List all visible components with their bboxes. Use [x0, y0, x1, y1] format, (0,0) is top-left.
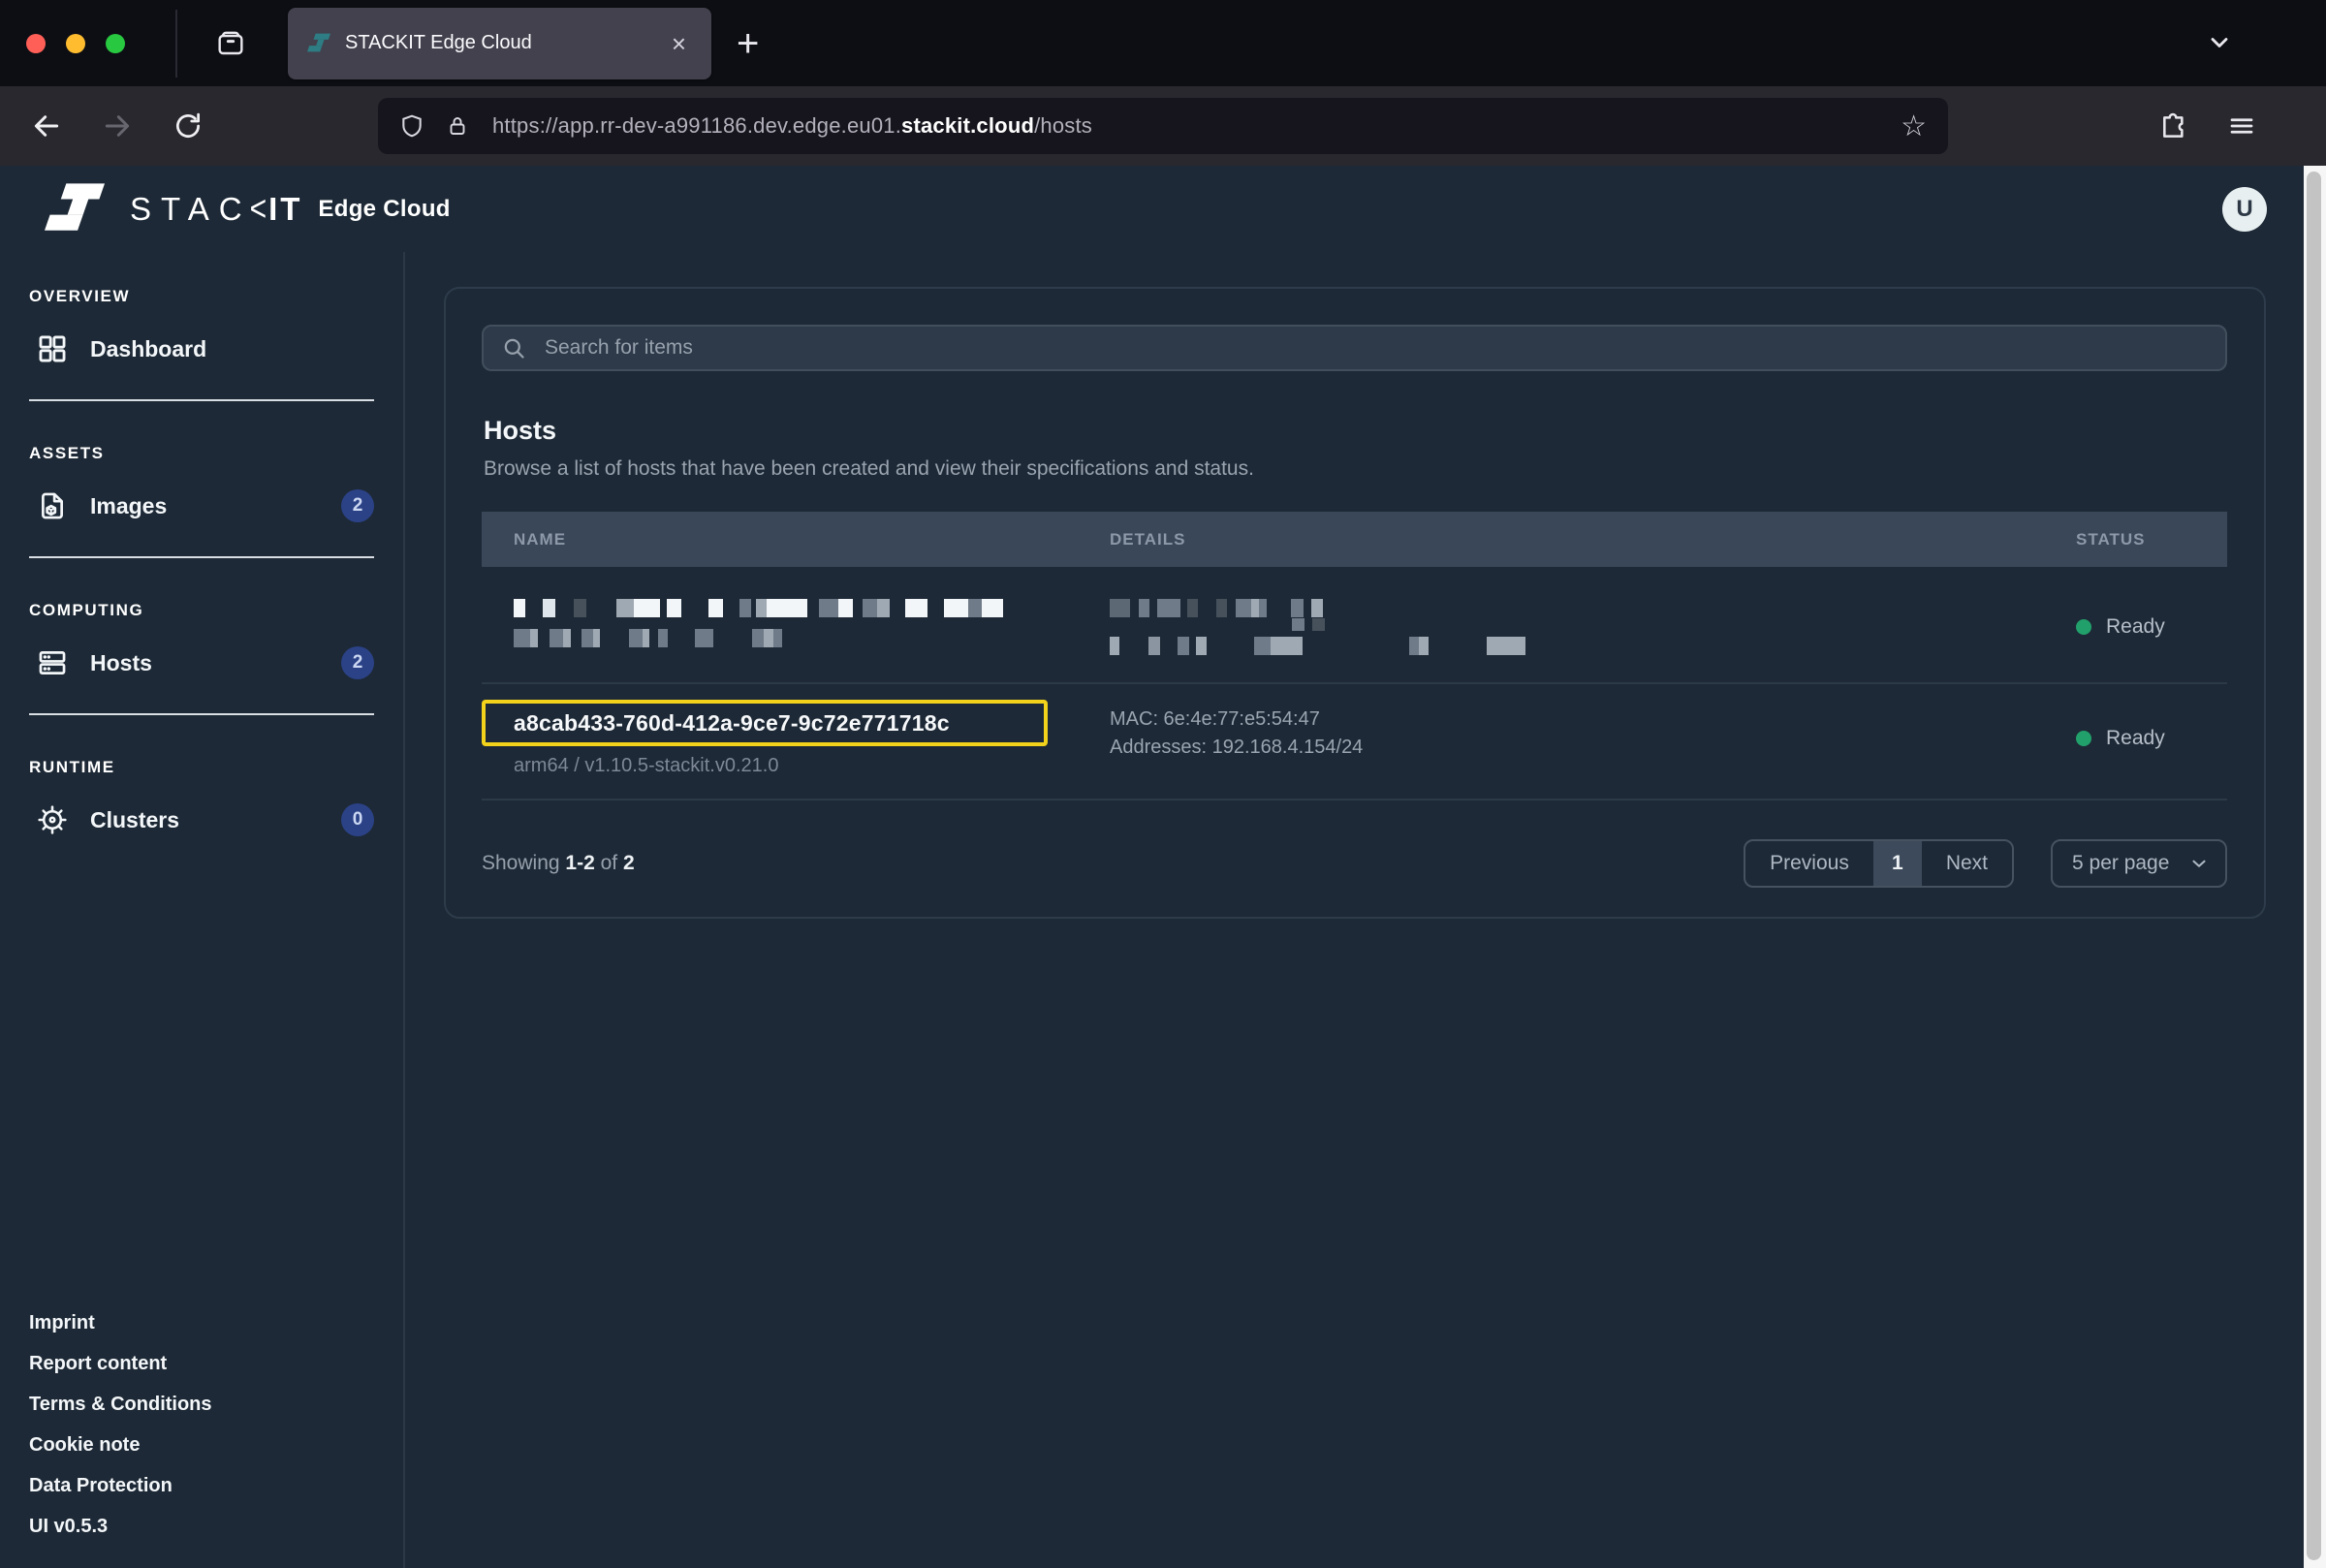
hosts-server-icon: [35, 646, 70, 679]
browser-toolbar: https://app.rr-dev-a991186.dev.edge.eu01…: [0, 86, 2326, 166]
hosts-panel: Hosts Browse a list of hosts that have b…: [444, 287, 2266, 919]
images-file-icon: [35, 489, 70, 522]
forward-button[interactable]: [98, 110, 137, 141]
sidebar-item-label: Dashboard: [90, 336, 206, 362]
window-controls: [26, 34, 125, 53]
page-subtitle: Browse a list of hosts that have been cr…: [484, 457, 2227, 481]
tracking-protection-shield-icon[interactable]: [399, 112, 424, 140]
pagination: Showing 1-2 of 2 Previous 1 Next 5 per p…: [482, 839, 2227, 888]
column-header-status: STATUS: [2064, 530, 2227, 549]
tab-list-chevron-icon[interactable]: [2206, 29, 2233, 56]
pager-group: Previous 1 Next: [1744, 839, 2014, 888]
chrome-divider: [175, 10, 177, 78]
user-avatar[interactable]: U: [2222, 187, 2267, 232]
host-mac: MAC: 6e:4e:77:e5:54:47: [1110, 706, 2064, 734]
host-status: Ready: [2064, 727, 2227, 750]
host-row[interactable]: a8cab433-760d-412a-9ce7-9c72e771718c arm…: [482, 682, 2227, 799]
sidebar-section-assets: ASSETS: [29, 444, 374, 463]
new-tab-button[interactable]: +: [737, 24, 759, 63]
current-page-button[interactable]: 1: [1873, 841, 1922, 886]
dashboard-grid-icon: [35, 332, 70, 365]
host-meta: arm64 / v1.10.5-stackit.v0.21.0: [514, 755, 1110, 777]
search-icon: [501, 335, 527, 361]
search-input[interactable]: [543, 335, 2208, 361]
sidebar-item-label: Images: [90, 493, 167, 519]
sidebar-footer: Imprint Report content Terms & Condition…: [0, 1312, 403, 1537]
browser-tab[interactable]: STACKIT Edge Cloud ×: [288, 8, 711, 79]
sidebar-section-computing: COMPUTING: [29, 601, 374, 620]
stackit-app: STAC<IT Edge Cloud U OVERVIEW Dashboard …: [0, 166, 2326, 1568]
host-status: Ready: [2064, 615, 2227, 639]
window-close-button[interactable]: [26, 34, 46, 53]
per-page-select[interactable]: 5 per page: [2051, 839, 2227, 888]
pagination-summary: Showing 1-2 of 2: [482, 852, 635, 875]
sidebar: OVERVIEW Dashboard ASSETS: [0, 252, 405, 1568]
extensions-puzzle-icon[interactable]: [2157, 110, 2188, 141]
sidebar-item-hosts[interactable]: Hosts 2: [35, 636, 374, 690]
sidebar-item-dashboard[interactable]: Dashboard: [35, 322, 374, 376]
column-header-name: NAME: [482, 530, 1110, 549]
images-count-badge: 2: [341, 489, 374, 522]
tab-title: STACKIT Edge Cloud: [345, 32, 666, 54]
tab-close-icon[interactable]: ×: [666, 29, 692, 58]
sidebar-item-label: Hosts: [90, 650, 152, 676]
window-zoom-button[interactable]: [106, 34, 125, 53]
host-name-cell: a8cab433-760d-412a-9ce7-9c72e771718c arm…: [482, 700, 1110, 777]
hosts-count-badge: 2: [341, 646, 374, 679]
clusters-helm-icon: [35, 803, 70, 836]
url-bar[interactable]: https://app.rr-dev-a991186.dev.edge.eu01…: [378, 98, 1948, 154]
sidebar-section-overview: OVERVIEW: [29, 287, 374, 306]
per-page-value: 5 per page: [2072, 852, 2169, 875]
window-minimize-button[interactable]: [66, 34, 85, 53]
sidebar-divider: [29, 556, 374, 558]
footer-link-data-protection[interactable]: Data Protection: [29, 1475, 403, 1496]
main-content: Hosts Browse a list of hosts that have b…: [405, 252, 2326, 1568]
column-header-details: DETAILS: [1110, 530, 2064, 549]
stackit-logo: [45, 181, 105, 237]
stackit-wordmark: STAC<IT: [130, 191, 302, 228]
table-header: NAME DETAILS STATUS: [482, 512, 2227, 567]
page-scrollbar-track: [2304, 166, 2326, 1568]
sidebar-item-images[interactable]: Images 2: [35, 479, 374, 533]
tab-favicon-stackit: [307, 33, 330, 54]
bookmark-star-icon[interactable]: ☆: [1901, 110, 1927, 143]
footer-link-imprint[interactable]: Imprint: [29, 1312, 403, 1333]
chevron-down-icon: [2188, 853, 2210, 874]
host-details-cell: MAC: 6e:4e:77:e5:54:47 Addresses: 192.16…: [1110, 706, 2064, 777]
next-page-button[interactable]: Next: [1922, 841, 2012, 886]
host-name-highlight[interactable]: a8cab433-760d-412a-9ce7-9c72e771718c: [482, 700, 1048, 746]
sidebar-divider: [29, 399, 374, 401]
reload-button[interactable]: [169, 111, 207, 141]
product-name: Edge Cloud: [318, 196, 450, 223]
host-row-redacted[interactable]: Ready: [482, 567, 2227, 682]
page-title: Hosts: [484, 416, 2227, 446]
footer-link-terms[interactable]: Terms & Conditions: [29, 1394, 403, 1415]
app-header: STAC<IT Edge Cloud U: [0, 166, 2326, 252]
url-text: https://app.rr-dev-a991186.dev.edge.eu01…: [492, 113, 1889, 139]
host-addresses: Addresses: 192.168.4.154/24: [1110, 734, 2064, 762]
sidebar-item-clusters[interactable]: Clusters 0: [35, 793, 374, 847]
page-scrollbar-thumb[interactable]: [2307, 172, 2321, 1560]
redacted-host-name: [514, 599, 1110, 655]
hosts-table: NAME DETAILS STATUS: [482, 512, 2227, 800]
status-ready-dot: [2076, 731, 2091, 746]
back-button[interactable]: [27, 110, 66, 141]
host-name: a8cab433-760d-412a-9ce7-9c72e771718c: [514, 710, 950, 737]
search-bar[interactable]: [482, 325, 2227, 371]
sidebar-divider: [29, 713, 374, 715]
firefox-view-icon[interactable]: [214, 28, 247, 59]
ui-version-label: UI v0.5.3: [29, 1516, 403, 1537]
redacted-host-details: [1110, 599, 2064, 655]
connection-lock-icon[interactable]: [446, 112, 469, 140]
previous-page-button[interactable]: Previous: [1745, 841, 1873, 886]
menu-hamburger-icon[interactable]: [2227, 111, 2256, 141]
browser-tab-strip: STACKIT Edge Cloud × +: [0, 0, 2326, 86]
status-ready-dot: [2076, 619, 2091, 635]
footer-link-cookie-note[interactable]: Cookie note: [29, 1434, 403, 1456]
sidebar-item-label: Clusters: [90, 807, 179, 833]
footer-link-report-content[interactable]: Report content: [29, 1353, 403, 1374]
clusters-count-badge: 0: [341, 803, 374, 836]
sidebar-section-runtime: RUNTIME: [29, 758, 374, 777]
